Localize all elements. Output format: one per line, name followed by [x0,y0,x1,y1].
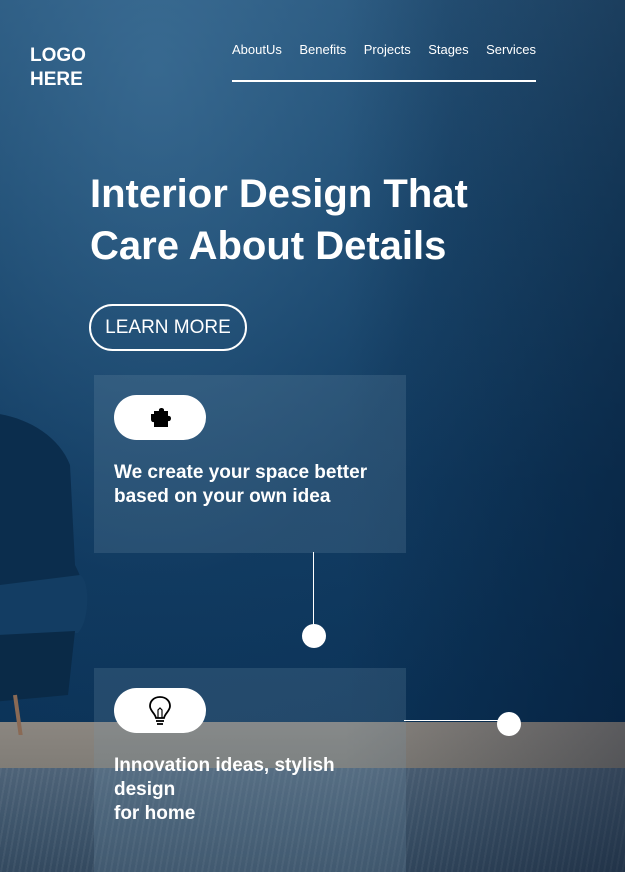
icon-pill [114,395,206,440]
icon-pill [114,688,206,733]
card-text: Innovation ideas, stylish design for hom… [114,755,335,824]
card-text: We create your space better based on you… [114,462,368,507]
learn-more-button[interactable]: LEARN MORE [89,304,247,351]
nav-item-stages[interactable]: Stages [428,42,468,57]
nav-underline [232,80,536,82]
puzzle-icon [151,407,171,427]
lightbulb-icon [149,695,171,725]
armchair-image [0,414,88,735]
page: LOGO HERE AboutUs Benefits Projects Stag… [0,0,625,872]
nav-item-benefits[interactable]: Benefits [299,42,346,57]
feature-card-innovation: Innovation ideas, stylish design for hom… [94,668,406,872]
nav-item-about-us[interactable]: AboutUs [232,42,282,57]
connector-line-horizontal [404,720,500,721]
main-nav: AboutUs Benefits Projects Stages Service… [232,42,536,82]
nav-item-projects[interactable]: Projects [364,42,411,57]
timeline-dot [497,712,521,736]
logo[interactable]: LOGO HERE [30,44,86,92]
timeline-dot [302,624,326,648]
nav-item-services[interactable]: Services [486,42,536,57]
hero-title: Interior Design That Care About Details [90,172,468,268]
feature-card-space: We create your space better based on you… [94,375,406,553]
